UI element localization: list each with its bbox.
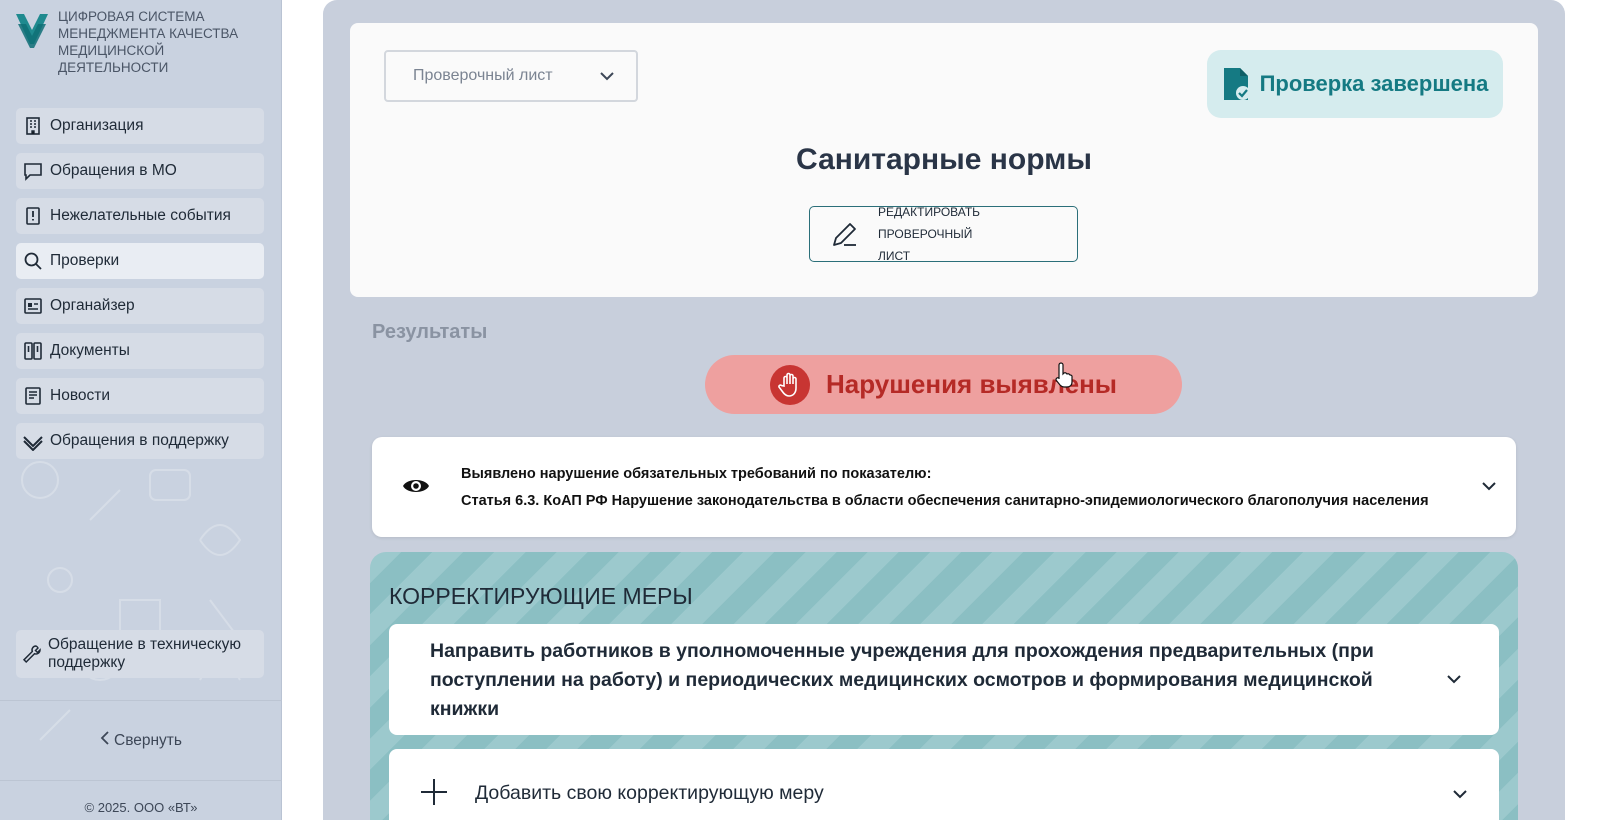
finding-title: Выявлено нарушение обязательных требован… xyxy=(461,466,932,482)
edit-checklist-label: РЕДАКТИРОВАТЬ ПРОВЕРОЧНЫЙ ЛИСТ xyxy=(878,205,981,263)
pointer-cursor-icon xyxy=(1055,362,1073,388)
chat-icon xyxy=(22,160,44,182)
plus-icon xyxy=(421,779,447,805)
sidebar-item-inspections[interactable]: Проверки xyxy=(16,243,264,279)
sidebar-item-label: Органайзер xyxy=(50,297,135,314)
chevron-left-icon xyxy=(100,730,110,751)
finding-article: Статья 6.3. КоАП РФ Нарушение законодате… xyxy=(461,493,1429,509)
sidebar-item-news[interactable]: Новости xyxy=(16,378,264,414)
support-check-icon xyxy=(22,430,44,452)
document-check-icon xyxy=(1223,68,1250,100)
corrective-measure-text: Направить работников в уполномоченные уч… xyxy=(430,640,1374,720)
sidebar-item-organization[interactable]: Организация xyxy=(16,108,264,144)
logo-text: ЦИФРОВАЯ СИСТЕМА МЕНЕДЖМЕНТА КАЧЕСТВА МЕ… xyxy=(58,9,239,75)
sidebar-item-organizer[interactable]: Органайзер xyxy=(16,288,264,324)
results-heading: Результаты xyxy=(372,321,488,343)
sidebar-item-label: Обращения в МО xyxy=(50,162,177,179)
checklist-select[interactable]: Проверочный лист xyxy=(384,50,638,102)
sidebar-item-appeals[interactable]: Обращения в МО xyxy=(16,153,264,189)
sidebar-item-label: Нежелательные события xyxy=(50,207,231,224)
corrective-measure-item[interactable]: Направить работников в уполномоченные уч… xyxy=(389,624,1499,735)
finding-card[interactable]: Выявлено нарушение обязательных требован… xyxy=(372,437,1516,537)
chevron-down-icon xyxy=(1447,675,1461,684)
chevron-down-icon xyxy=(1453,790,1467,799)
chevron-down-icon xyxy=(600,71,614,80)
collapse-label: Свернуть xyxy=(114,731,182,749)
pencil-icon xyxy=(833,223,856,246)
divider xyxy=(0,780,282,781)
logo-icon xyxy=(16,14,48,48)
sidebar-item-label: Новости xyxy=(50,387,111,404)
sidebar-item-label: Обращения в поддержку xyxy=(50,432,229,449)
add-corrective-measure[interactable]: Добавить свою корректирующую меру xyxy=(389,749,1499,820)
sidebar: ЦИФРОВАЯ СИСТЕМА МЕНЕДЖМЕНТА КАЧЕСТВА МЕ… xyxy=(0,0,282,820)
sidebar-item-support-appeals[interactable]: Обращения в поддержку xyxy=(16,423,264,459)
sidebar-item-label: Организация xyxy=(50,117,144,134)
documents-icon xyxy=(22,340,44,362)
building-icon xyxy=(22,115,44,137)
sidebar-item-documents[interactable]: Документы xyxy=(16,333,264,369)
collapse-button[interactable]: Свернуть xyxy=(0,730,282,751)
status-badge: Проверка завершена xyxy=(1207,50,1503,118)
wrench-icon xyxy=(22,645,41,664)
hand-stop-icon xyxy=(770,364,810,405)
sidebar-item-label: Документы xyxy=(50,342,130,359)
sidebar-item-adverse-events[interactable]: Нежелательные события xyxy=(16,198,264,234)
copyright: © 2025. ООО «ВТ» xyxy=(84,800,198,815)
news-icon xyxy=(22,385,44,407)
organizer-icon xyxy=(22,295,44,317)
sidebar-item-label: Проверки xyxy=(50,252,120,269)
sidebar-item-tech-support[interactable]: Обращение в техническую поддержку xyxy=(16,630,264,678)
page-title: Санитарные нормы xyxy=(796,143,1092,176)
divider xyxy=(0,700,282,701)
sidebar-nav: Организация Обращения в МО Нежелательные… xyxy=(16,108,264,468)
eye-icon xyxy=(403,480,429,492)
book-alert-icon xyxy=(22,205,44,227)
select-value: Проверочный лист xyxy=(413,67,553,84)
logo[interactable]: ЦИФРОВАЯ СИСТЕМА МЕНЕДЖМЕНТА КАЧЕСТВА МЕ… xyxy=(14,8,258,76)
corrective-measures-title: КОРРЕКТИРУЮЩИЕ МЕРЫ xyxy=(389,583,693,609)
tech-support-label: Обращение в техническую поддержку xyxy=(48,636,242,671)
chevron-down-icon xyxy=(1482,482,1496,491)
edit-checklist-button[interactable]: РЕДАКТИРОВАТЬ ПРОВЕРОЧНЫЙ ЛИСТ xyxy=(809,205,1078,263)
search-icon xyxy=(22,250,44,272)
add-measure-label: Добавить свою корректирующую меру xyxy=(475,782,824,804)
status-badge-label: Проверка завершена xyxy=(1259,71,1489,96)
violation-status: Нарушения выявлены xyxy=(705,355,1182,414)
